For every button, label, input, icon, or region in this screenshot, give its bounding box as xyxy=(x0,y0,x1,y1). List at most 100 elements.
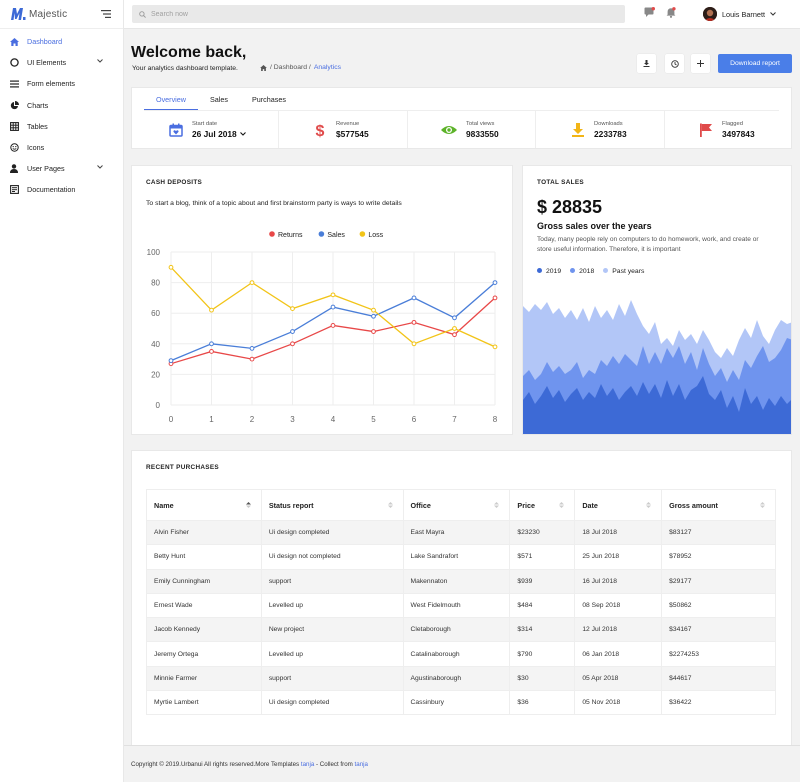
legend-swatch xyxy=(603,268,609,273)
column-header-gross-amount[interactable]: Gross amount xyxy=(661,489,776,521)
sidebar-item-tables[interactable]: Tables xyxy=(0,116,123,137)
sidebar-item-user-pages[interactable]: User Pages xyxy=(0,158,123,179)
data-point xyxy=(330,323,336,328)
data-point xyxy=(371,307,376,313)
column-header-status[interactable]: Status report xyxy=(260,489,404,521)
download-icon-button[interactable] xyxy=(637,54,656,73)
y-tick-label: 40 xyxy=(151,340,160,349)
stat-start-date[interactable]: Start date 26 Jul 2018 xyxy=(168,111,246,148)
footer: Copyright © 2019.Urbanui All rights rese… xyxy=(124,745,800,782)
column-header-office[interactable]: Office xyxy=(402,489,511,521)
table-row[interactable]: Myrtie Lambert Ui design completed Cassinb… xyxy=(146,690,776,716)
plus-icon xyxy=(697,60,704,67)
download-report-button[interactable]: Download report xyxy=(718,54,792,73)
table-row[interactable]: Alvin Fisher Ui design completed East Mayr… xyxy=(146,519,776,546)
search-input[interactable] xyxy=(151,10,611,18)
table-cell: Lake Sandrafort xyxy=(402,544,511,570)
data-point xyxy=(371,313,376,319)
menu-toggle-icon[interactable] xyxy=(101,10,111,18)
table-row[interactable]: Minnie Farmer support Agustinaborough $30 05… xyxy=(146,665,776,692)
footer-link-templates[interactable]: tanja xyxy=(301,761,314,768)
bell-icon[interactable] xyxy=(666,7,676,20)
brand-name: Majestic xyxy=(29,8,68,20)
data-point xyxy=(492,295,498,301)
table-row[interactable]: Jeremy Ortega Levelled up Catalinaborough $… xyxy=(146,641,776,667)
stat-downloads: Downloads 2233783 xyxy=(570,111,627,148)
history-button[interactable] xyxy=(665,54,684,73)
dollar-icon: $ xyxy=(312,122,328,138)
table-row[interactable]: Emily Cunningham support Makennaton $939 16 … xyxy=(146,568,776,594)
legend-label: Sales xyxy=(327,232,345,239)
table-cell: $36 xyxy=(509,690,576,716)
table-cell: Ui design not completed xyxy=(260,544,404,570)
data-point xyxy=(290,306,295,312)
sidebar-item-label: Icons xyxy=(27,143,45,153)
breadcrumb-current: Analytics xyxy=(313,64,342,71)
stat-label: Revenue xyxy=(336,120,360,127)
column-header-name[interactable]: Name xyxy=(146,489,262,521)
chevron-down-icon[interactable] xyxy=(770,12,776,16)
x-tick-label: 7 xyxy=(452,415,457,424)
table-cell: $314 xyxy=(509,617,576,643)
data-point xyxy=(249,280,255,285)
sidebar-item-label: Documentation xyxy=(27,185,76,195)
x-tick-label: 2 xyxy=(250,415,255,424)
calendar-icon xyxy=(168,122,184,138)
table-row[interactable]: Ernest Wade Levelled up West Fidelmouth $48… xyxy=(146,592,776,619)
smiley-icon xyxy=(9,143,19,153)
add-button[interactable] xyxy=(691,54,710,73)
table-cell: Levelled up xyxy=(260,641,404,667)
area-chart xyxy=(523,300,791,434)
legend-label: Loss xyxy=(368,232,383,239)
table-cell: support xyxy=(260,665,404,692)
messages-icon[interactable] xyxy=(644,7,655,20)
search-box[interactable] xyxy=(132,5,625,23)
recent-purchases-card: RECENT PURCHASES Name Status report Offi… xyxy=(131,450,792,757)
brand[interactable]: Majestic xyxy=(0,0,123,29)
legend-item[interactable]: Past years xyxy=(603,268,644,275)
x-tick-label: 0 xyxy=(169,415,174,424)
table-cell: 25 Jun 2018 xyxy=(574,544,663,570)
x-tick-label: 8 xyxy=(493,415,498,424)
table-cell: Ernest Wade xyxy=(146,592,262,619)
legend-swatch xyxy=(570,268,576,273)
tab-purchases[interactable]: Purchases xyxy=(240,88,298,110)
stat-total-views: Total views 9833550 xyxy=(440,111,499,148)
sidebar-item-ui-elements[interactable]: UI Elements xyxy=(0,52,123,73)
stat-value: $577545 xyxy=(336,128,369,139)
brand-logo-icon xyxy=(11,8,26,20)
tab-sales[interactable]: Sales xyxy=(198,88,240,110)
purchases-table: Name Status report Office Price Date Gro… xyxy=(146,489,776,716)
table-cell: East Mayra xyxy=(402,519,511,546)
search-icon xyxy=(139,10,146,18)
sidebar-item-icons[interactable]: Icons xyxy=(0,137,123,158)
sidebar-item-dashboard[interactable]: Dashboard xyxy=(0,31,123,52)
sidebar-item-form-elements[interactable]: Form elements xyxy=(0,73,123,94)
table-cell: 05 Nov 2018 xyxy=(574,690,663,716)
column-label: Gross amount xyxy=(669,500,718,510)
table-row[interactable]: Betty Hunt Ui design not completed Lake Sa… xyxy=(146,544,776,570)
table-cell: 16 Jul 2018 xyxy=(574,568,663,594)
user-name[interactable]: Louis Barnett xyxy=(722,10,765,19)
column-header-date[interactable]: Date xyxy=(574,489,663,521)
footer-link-collect[interactable]: tanja xyxy=(355,761,368,768)
svg-text:$: $ xyxy=(316,123,325,138)
avatar[interactable] xyxy=(703,7,717,21)
chevron-down-icon[interactable] xyxy=(239,131,246,136)
data-point xyxy=(168,358,174,364)
table-row[interactable]: Jacob Kennedy New project Cletaborough $314… xyxy=(146,617,776,643)
data-point xyxy=(411,341,417,347)
sidebar-item-charts[interactable]: Charts xyxy=(0,95,123,116)
breadcrumb-path[interactable]: / Dashboard / xyxy=(270,64,311,71)
data-point xyxy=(452,315,457,321)
legend-item[interactable]: 2018 xyxy=(570,268,594,275)
legend-item[interactable]: 2019 xyxy=(537,268,561,275)
column-header-price[interactable]: Price xyxy=(509,489,576,521)
table-cell: Agustinaborough xyxy=(402,665,511,692)
sidebar-item-documentation[interactable]: Documentation xyxy=(0,179,123,200)
table-cell: $44617 xyxy=(661,665,776,692)
sidebar-item-label: Tables xyxy=(27,121,48,131)
home-icon[interactable] xyxy=(260,64,267,71)
table-cell: $484 xyxy=(509,592,576,619)
tab-overview[interactable]: Overview xyxy=(144,88,198,110)
